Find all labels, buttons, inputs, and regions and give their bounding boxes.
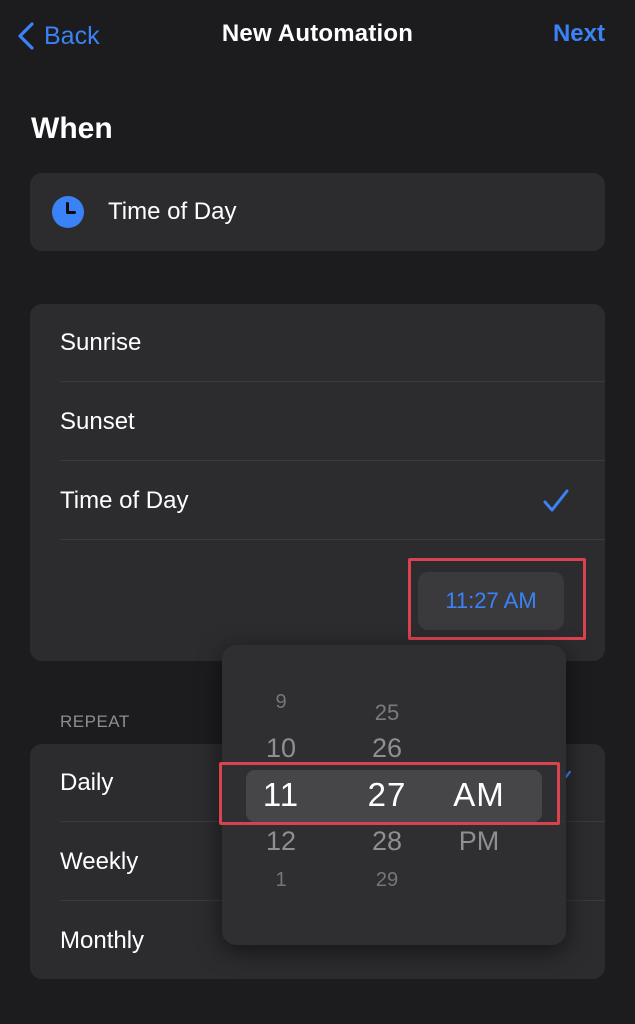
option-time-of-day[interactable]: Time of Day: [30, 462, 605, 540]
trigger-label: Time of Day: [108, 198, 237, 225]
option-label: Sunrise: [60, 329, 142, 356]
navigation-bar: Back New Automation Next: [0, 0, 635, 72]
repeat-header: REPEAT: [60, 712, 130, 731]
divider: [60, 381, 605, 382]
trigger-card[interactable]: Time of Day: [30, 173, 605, 251]
checkmark-icon: [543, 489, 569, 512]
page-title: New Automation: [221, 20, 414, 47]
time-picker-button[interactable]: 11:27 AM: [418, 572, 564, 630]
minute-option[interactable]: 29: [342, 869, 432, 892]
hour-option[interactable]: 9: [236, 691, 326, 714]
time-options-card: Sunrise Sunset Time of Day 11:27 AM: [30, 304, 605, 661]
minute-option[interactable]: 28: [342, 826, 432, 857]
minute-option[interactable]: 25: [342, 700, 432, 726]
minute-option-selected[interactable]: 27: [342, 776, 432, 814]
next-button[interactable]: Next: [553, 20, 605, 48]
period-option-selected[interactable]: AM: [434, 776, 524, 814]
hour-option-selected[interactable]: 11: [236, 776, 326, 814]
section-heading-when: When: [31, 112, 113, 145]
hour-option[interactable]: 12: [236, 826, 326, 857]
period-option[interactable]: PM: [434, 826, 524, 857]
repeat-label: Monthly: [60, 927, 145, 954]
hour-wheel[interactable]: 9 10 11 12 1: [236, 645, 326, 945]
option-label: Time of Day: [60, 487, 189, 514]
option-label: Sunset: [60, 408, 135, 435]
hour-option[interactable]: 1: [236, 869, 326, 892]
repeat-label: Weekly: [60, 848, 139, 875]
period-wheel[interactable]: AM PM: [434, 645, 524, 945]
divider: [60, 539, 605, 540]
clock-icon: [52, 196, 84, 228]
option-sunrise[interactable]: Sunrise: [30, 304, 605, 382]
time-picker-popover[interactable]: 9 10 11 12 1 25 26 27 28 29 AM PM: [222, 645, 566, 945]
divider: [60, 460, 605, 461]
repeat-label: Daily: [60, 769, 114, 796]
option-sunset[interactable]: Sunset: [30, 383, 605, 461]
minute-option[interactable]: 26: [342, 733, 432, 764]
hour-option[interactable]: 10: [236, 733, 326, 764]
minute-wheel[interactable]: 25 26 27 28 29: [342, 645, 432, 945]
